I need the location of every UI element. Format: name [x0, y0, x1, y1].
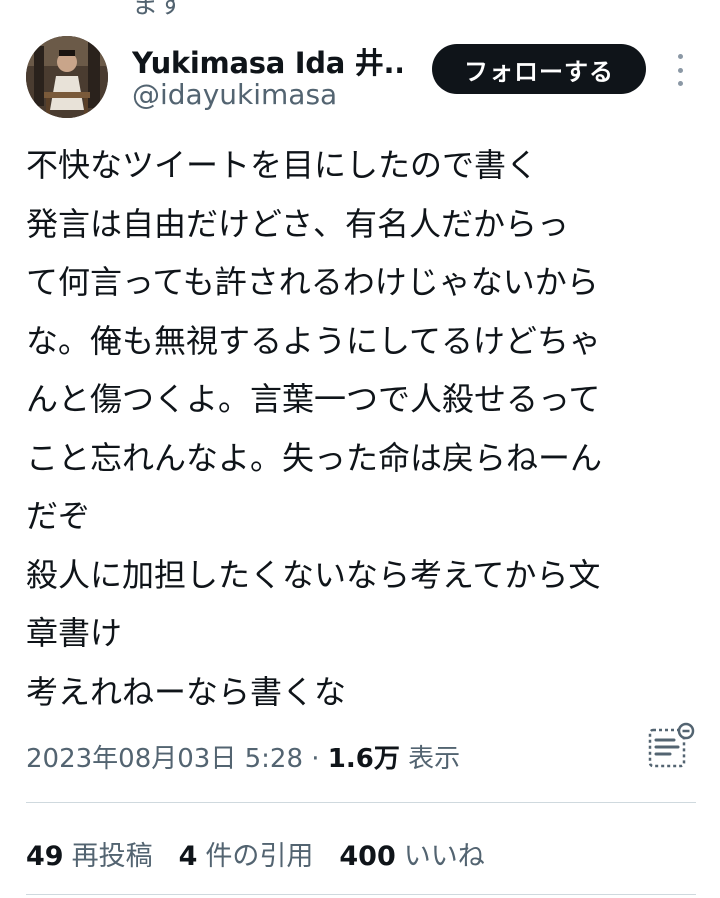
- views-label: 表示: [399, 744, 461, 774]
- likes-label: いいね: [403, 841, 485, 872]
- quotes-count: 4: [178, 841, 198, 872]
- reposts-stat[interactable]: 49 再投稿: [26, 834, 153, 873]
- likes-stat[interactable]: 400 いいね: [339, 834, 484, 873]
- reposts-label: 再投稿: [71, 841, 153, 872]
- tweet-line: 章書け: [26, 614, 123, 652]
- avatar[interactable]: [26, 36, 108, 118]
- quotes-label: 件の引用: [205, 841, 314, 872]
- tweet-line: 考えれねーなら書くな: [26, 672, 347, 711]
- user-handle[interactable]: @idayukimasa: [132, 78, 337, 111]
- tweet-header: Yukimasa Ida 井... @idayukimasa フォローする: [26, 36, 696, 120]
- tweet-line: こと忘れんなよ。失った命は戻らねーん: [26, 438, 603, 477]
- previous-tweet-fragment: ます: [132, 0, 185, 20]
- tweet-line: んと傷つくよ。言葉一つで人殺せるって: [26, 380, 601, 418]
- display-name[interactable]: Yukimasa Ida 井...: [132, 40, 402, 82]
- avatar-image: [26, 36, 108, 118]
- tweet-line: 殺人に加担したくないなら考えてから文: [26, 555, 601, 594]
- tweet-line: 不快なツイートを目にしたので書く: [26, 146, 539, 184]
- tweet-line: な。俺も無視するようにしてるけどちゃ: [26, 321, 602, 360]
- divider: [26, 894, 696, 895]
- tweet-text: 不快なツイートを目にしたので書く 発言は自由だけどさ、有名人だからっ て何言って…: [26, 136, 696, 721]
- quotes-stat[interactable]: 4 件の引用: [179, 834, 314, 873]
- tweet-line: だぞ: [26, 497, 91, 535]
- likes-count: 400: [339, 841, 396, 872]
- divider: [26, 802, 696, 803]
- tweet-line: て何言っても許されるわけじゃないから: [26, 263, 599, 301]
- meta-separator: ·: [303, 744, 328, 774]
- more-vertical-icon[interactable]: [670, 54, 690, 86]
- timestamp[interactable]: 2023年08月03日 5:28: [26, 744, 303, 774]
- tweet-meta: 2023年08月03日 5:28 · 1.6万 表示: [26, 738, 460, 775]
- analytics-icon[interactable]: [646, 722, 696, 770]
- views-count: 1.6万: [327, 744, 400, 774]
- tweet-line: 発言は自由だけどさ、有名人だからっ: [26, 204, 570, 243]
- follow-button[interactable]: フォローする: [432, 44, 646, 94]
- reposts-count: 49: [26, 841, 64, 872]
- engagement-stats: 49 再投稿 4 件の引用 400 いいね: [26, 834, 485, 873]
